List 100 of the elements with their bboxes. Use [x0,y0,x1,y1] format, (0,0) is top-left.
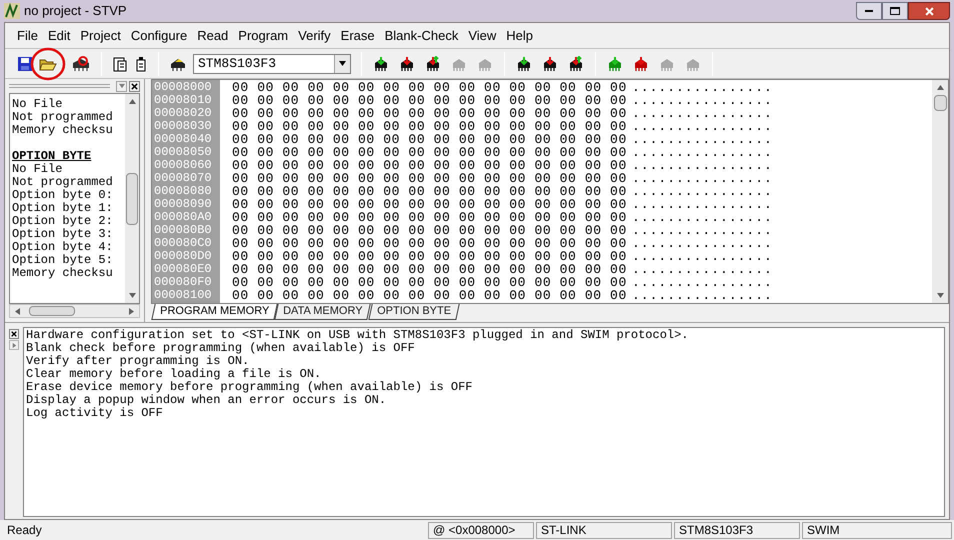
hex-bytes: 00 00 00 00 00 00 00 00 00 00 00 00 00 00 00 00 [232,198,628,211]
status-field: Ready [2,522,426,538]
info-line: Option byte 2: [12,215,114,228]
address-cell-text: 00008050 [153,146,213,159]
info-line: Memory checksu [12,267,114,280]
chip-icon[interactable] [424,56,442,72]
hex-bytes: 00 00 00 00 00 00 00 00 00 00 00 00 00 00 00 00 [232,276,628,289]
info-line: Memory checksu [12,124,114,137]
menu-item[interactable]: Read [197,26,228,46]
info-line: Option byte 4: [12,241,114,254]
hex-bytes: 00 00 00 00 00 00 00 00 00 00 00 00 00 00 00 00 [232,224,628,237]
info-line: Option byte 1: [12,202,114,215]
scroll-down-icon[interactable] [936,292,944,299]
ascii-text: ................ [632,198,773,211]
save-icon[interactable] [17,56,33,72]
chip-icon[interactable] [515,56,533,72]
minimize-button[interactable] [856,2,882,20]
document-icon[interactable] [134,56,148,72]
close-icon[interactable] [131,82,138,90]
ascii-text: ................ [632,81,773,94]
hex-bytes: 00 00 00 00 00 00 00 00 00 00 00 00 00 00 00 00 [232,133,628,146]
info-line: Option byte 5: [12,254,114,267]
info-line: Option byte 0: [12,189,114,202]
status-field: SWIM [802,522,952,538]
maximize-button[interactable] [882,2,908,20]
address-cell-text: 000080D0 [153,250,213,263]
info-line: No File [12,98,64,111]
device-dropdown[interactable]: STM8S103F3 [193,54,351,74]
caret-icon[interactable] [339,60,346,67]
chip-icon[interactable] [71,56,91,72]
address-cell-text: 000080C0 [153,237,213,250]
menu-item[interactable]: View [468,26,496,46]
scroll-up-icon[interactable] [936,84,944,91]
app-icon [4,3,20,19]
address-cell-text: 00008100 [153,289,213,302]
ascii-text: ................ [632,289,773,302]
ascii-text: ................ [632,120,773,133]
menu-item[interactable]: Verify [298,26,331,46]
close-button[interactable] [908,2,950,20]
hex-bytes: 00 00 00 00 00 00 00 00 00 00 00 00 00 00 00 00 [232,250,628,263]
address-cell-text: 000080F0 [153,276,213,289]
scroll-thumb[interactable] [29,306,75,316]
hex-bytes: 00 00 00 00 00 00 00 00 00 00 00 00 00 00 00 00 [232,263,628,276]
menu-item[interactable]: Erase [340,26,375,46]
menu-item[interactable]: Project [80,26,121,46]
chip-icon[interactable] [398,56,416,72]
expand-icon[interactable] [12,342,16,348]
tab[interactable]: PROGRAM MEMORY [151,304,278,320]
status-field: ST-LINK [536,522,672,538]
clipboard-icon[interactable] [112,56,128,72]
hex-bytes: 00 00 00 00 00 00 00 00 00 00 00 00 00 00 00 00 [232,81,628,94]
scroll-thumb[interactable] [934,95,946,111]
hex-bytes: 00 00 00 00 00 00 00 00 00 00 00 00 00 00 00 00 [232,289,628,302]
vertical-scrollbar[interactable] [125,94,139,303]
address-cell-text: 00008000 [153,81,213,94]
ascii-text: ................ [632,133,773,146]
address-cell-text: 000080E0 [153,263,213,276]
hex-bytes: 00 00 00 00 00 00 00 00 00 00 00 00 00 00 00 00 [232,159,628,172]
scroll-thumb[interactable] [126,172,138,224]
address-cell-text: 000080B0 [153,224,213,237]
chip-icon[interactable] [567,56,585,72]
scroll-up-icon[interactable] [128,98,136,105]
address-cell-text: 00008060 [153,159,213,172]
scroll-right-icon[interactable] [128,308,135,314]
tab[interactable]: OPTION BYTE [368,304,460,320]
menu-item[interactable]: Configure [130,26,188,46]
tab[interactable]: DATA MEMORY [274,304,372,320]
menu-item[interactable]: Help [506,26,534,46]
ascii-text: ................ [632,146,773,159]
menu-item[interactable]: Program [238,26,288,46]
hex-bytes: 00 00 00 00 00 00 00 00 00 00 00 00 00 00 00 00 [232,107,628,120]
scroll-left-icon[interactable] [14,308,21,314]
log-line: Log activity is OFF [26,407,164,420]
chip-icon[interactable] [541,56,559,72]
ascii-text: ................ [632,159,773,172]
menu-item[interactable]: Blank-Check [384,26,458,46]
ascii-text: ................ [632,211,773,224]
horizontal-scrollbar[interactable] [9,304,140,318]
status-field: STM8S103F3 [674,522,800,538]
address-cell-text: 00008040 [153,133,213,146]
vertical-scrollbar[interactable] [932,80,948,303]
scroll-down-icon[interactable] [128,292,136,299]
info-line: No File [12,163,64,176]
ascii-text: ................ [632,237,773,250]
log-line: Hardware configuration set to <ST-LINK on USB with STM8S103F3 plugged in and SWIM protocol>. [26,329,690,342]
info-line: Not programmed [12,111,114,124]
ascii-text: ................ [632,107,773,120]
address-cell-text: 00008090 [153,198,213,211]
hex-bytes: 00 00 00 00 00 00 00 00 00 00 00 00 00 00 00 00 [232,94,628,107]
hex-bytes: 00 00 00 00 00 00 00 00 00 00 00 00 00 00 00 00 [232,211,628,224]
address-cell-text: 00008070 [153,172,213,185]
ascii-text: ................ [632,263,773,276]
status-field: @ <0x008000> [428,522,534,538]
section-heading: OPTION BYTE [12,150,92,163]
ascii-text: ................ [632,172,773,185]
close-icon[interactable] [11,331,17,337]
hex-bytes: 00 00 00 00 00 00 00 00 00 00 00 00 00 00 00 00 [232,237,628,250]
chip-icon[interactable] [372,56,390,72]
menu-item[interactable]: File [17,26,38,46]
menu-item[interactable]: Edit [48,26,70,46]
